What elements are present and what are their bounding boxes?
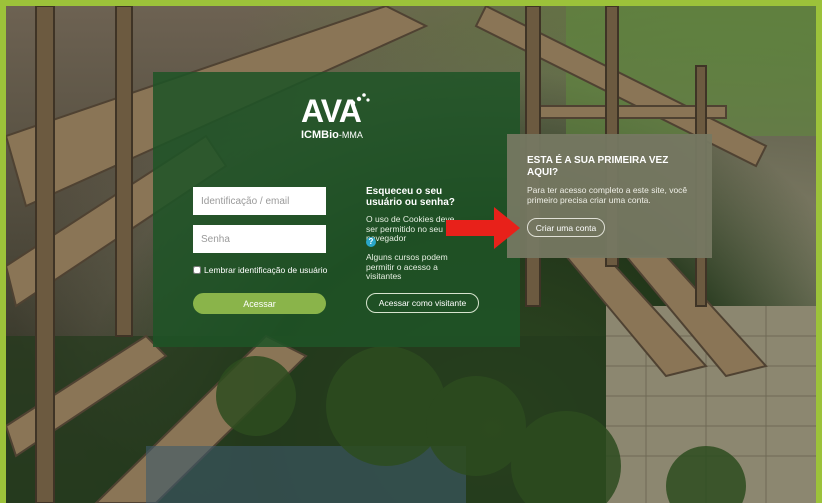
forgot-credentials-link[interactable]: Esqueceu o seu usuário ou senha? <box>366 186 476 208</box>
logo-suffix: -MMA <box>338 130 363 140</box>
red-arrow-icon <box>446 207 520 249</box>
first-time-title: ESTA É A SUA PRIMEIRA VEZ AQUI? <box>527 155 669 178</box>
logo-subtitle: ICMBio-MMA <box>301 129 363 141</box>
guest-login-button[interactable]: Acessar como visitante <box>366 293 479 313</box>
logo-dots-icon <box>350 93 370 106</box>
first-time-panel: ESTA É A SUA PRIMEIRA VEZ AQUI? Para ter… <box>507 134 712 258</box>
login-button[interactable]: Acessar <box>193 293 326 314</box>
username-input[interactable] <box>193 187 326 215</box>
remember-username[interactable]: Lembrar identificação de usuário <box>193 265 327 275</box>
remember-checkbox[interactable] <box>193 266 201 274</box>
logo-org: ICMBio <box>301 129 339 141</box>
cookies-notice: O uso de Cookies deve ser permitido no s… <box>366 214 455 243</box>
first-time-text: Para ter acesso completo a este site, vo… <box>527 185 688 205</box>
remember-label: Lembrar identificação de usuário <box>204 265 328 275</box>
password-input[interactable] <box>193 225 326 253</box>
question-circle-icon[interactable]: ? <box>366 237 376 247</box>
create-account-button[interactable]: Criar uma conta <box>527 218 605 237</box>
ava-logo: AVA ICMBio-MMA <box>301 93 373 145</box>
guest-access-notice: Alguns cursos podem permitir o acesso a … <box>366 252 448 281</box>
